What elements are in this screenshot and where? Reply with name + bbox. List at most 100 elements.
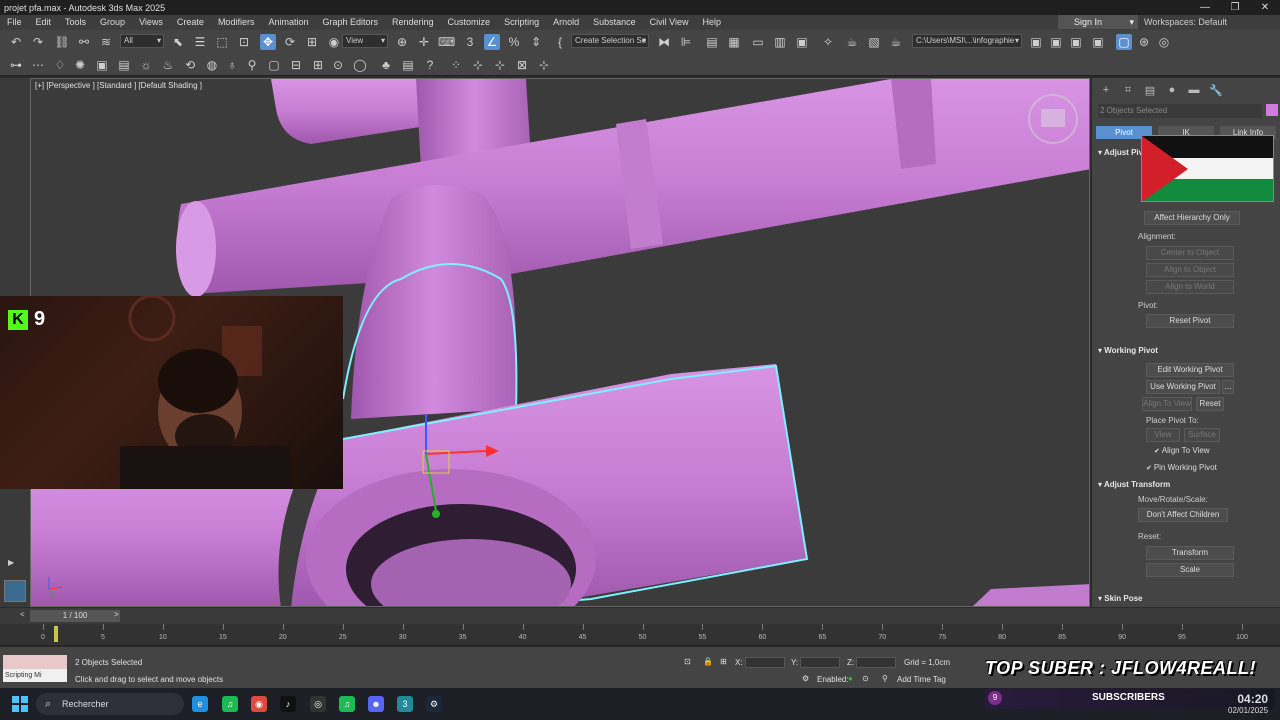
- pivot-center-icon[interactable]: ⊕: [394, 34, 410, 50]
- select-manipulate-icon[interactable]: ✛: [416, 34, 432, 50]
- steam-icon[interactable]: ⚙: [426, 696, 442, 712]
- time-slider-thumb[interactable]: 1 / 100: [30, 610, 120, 622]
- arnold-render-icon[interactable]: ▣: [94, 57, 110, 73]
- keyboard-shortcut-icon[interactable]: ⌨: [438, 34, 455, 50]
- scene-explorer-icon[interactable]: ▤: [704, 34, 720, 50]
- collaborate-icon[interactable]: ⊛: [1136, 34, 1152, 50]
- playhead[interactable]: [54, 626, 58, 642]
- edge-icon[interactable]: e: [192, 696, 208, 712]
- render-view-icon[interactable]: ▤: [116, 57, 132, 73]
- y-coordinate-field[interactable]: [800, 657, 840, 668]
- timeline-ruler[interactable]: 0 5 10 15 20 25 30 35 40 45 50 55 60 65 70 75 80 85 90 95 10…: [0, 624, 1280, 646]
- enabled-indicator-icon[interactable]: ●: [848, 674, 853, 683]
- use-working-pivot-button[interactable]: Use Working Pivot: [1146, 380, 1220, 394]
- teapot-icon[interactable]: ♨: [160, 57, 176, 73]
- time-slider[interactable]: < 1 / 100 >: [0, 608, 1280, 624]
- project-path-dropdown[interactable]: C:\Users\MSI\...\infographie: [912, 34, 1022, 48]
- menu-file[interactable]: File: [0, 15, 29, 30]
- add-time-tag-icon[interactable]: ⚲: [882, 674, 888, 683]
- reset-pivot-button[interactable]: Reset Pivot: [1146, 314, 1234, 328]
- grid-icon[interactable]: ⊞: [310, 57, 326, 73]
- viewport-layout-icon[interactable]: ▢: [1116, 34, 1132, 50]
- substance-icon[interactable]: ◎: [1156, 34, 1172, 50]
- snaps-toggle-icon[interactable]: 3: [462, 34, 478, 50]
- sphere-icon[interactable]: ◯: [352, 57, 368, 73]
- constrain-icon[interactable]: ⁘: [448, 57, 464, 73]
- create-project-icon[interactable]: ▣: [1090, 34, 1106, 50]
- add-time-tag-label[interactable]: Add Time Tag: [897, 675, 946, 684]
- viewcube-icon[interactable]: [1041, 109, 1065, 127]
- minimize-button[interactable]: —: [1190, 0, 1220, 15]
- utilities-tab-icon[interactable]: 🔧: [1208, 84, 1224, 98]
- dont-affect-children-button[interactable]: Don't Affect Children: [1138, 508, 1228, 522]
- working-pivot-section[interactable]: Working Pivot: [1098, 346, 1158, 355]
- menu-help[interactable]: Help: [695, 15, 728, 30]
- project-folder-icon[interactable]: ▣: [1028, 34, 1044, 50]
- snap-grid-icon[interactable]: ⋯: [30, 57, 46, 73]
- obs-icon[interactable]: ◎: [310, 696, 326, 712]
- align-to-view-checkbox[interactable]: Align To View: [1154, 446, 1210, 455]
- affect-hierarchy-button[interactable]: Affect Hierarchy Only: [1144, 211, 1240, 225]
- named-selection-dropdown[interactable]: Create Selection Se: [571, 34, 649, 48]
- align-to-object-button[interactable]: Align to Object: [1146, 263, 1234, 277]
- frame-icon[interactable]: ▢: [266, 57, 282, 73]
- curve-editor-icon[interactable]: ▥: [772, 34, 788, 50]
- edit-working-pivot-button[interactable]: Edit Working Pivot: [1146, 363, 1234, 377]
- mirror-icon[interactable]: ⧓: [656, 34, 672, 50]
- adjust-transform-section[interactable]: Adjust Transform: [1098, 480, 1170, 489]
- menu-create[interactable]: Create: [170, 15, 211, 30]
- render-setup-icon[interactable]: ☕: [844, 34, 860, 50]
- notes-icon[interactable]: ▤: [400, 57, 416, 73]
- help-icon[interactable]: ?: [422, 57, 438, 73]
- align-to-world-button[interactable]: Align to World: [1146, 280, 1234, 294]
- schematic-view-icon[interactable]: ▣: [794, 34, 810, 50]
- ribbon-icon[interactable]: ▭: [750, 34, 766, 50]
- place-surface-button[interactable]: Surface: [1184, 428, 1220, 442]
- menu-animation[interactable]: Animation: [261, 15, 315, 30]
- object-color-swatch[interactable]: [1266, 104, 1278, 116]
- modify-tab-icon[interactable]: ⌗: [1120, 84, 1136, 98]
- menu-rendering[interactable]: Rendering: [385, 15, 441, 30]
- snap-pivot-icon[interactable]: ⊠: [514, 57, 530, 73]
- angle-snap-icon[interactable]: ∠: [484, 34, 500, 50]
- view-icon[interactable]: ⊙: [330, 57, 346, 73]
- windows-start-icon[interactable]: [12, 696, 28, 712]
- align-icon[interactable]: ⊫: [678, 34, 694, 50]
- select-object-icon[interactable]: ⬉: [170, 34, 186, 50]
- z-coordinate-field[interactable]: [856, 657, 896, 668]
- chrome-icon[interactable]: ◉: [251, 696, 267, 712]
- tiktok-icon[interactable]: ♪: [280, 696, 296, 712]
- align-to-view-button[interactable]: Align To View: [1142, 397, 1192, 411]
- discord-icon[interactable]: ☻: [368, 696, 384, 712]
- rendered-frame-icon[interactable]: ▧: [866, 34, 882, 50]
- lamp-icon[interactable]: ⚲: [244, 57, 260, 73]
- percent-snap-icon[interactable]: %: [506, 34, 522, 50]
- bulb-icon[interactable]: ♁: [224, 57, 240, 73]
- reset-transform-button[interactable]: Transform: [1146, 546, 1234, 560]
- light-icon[interactable]: ♢: [52, 57, 68, 73]
- time-prev-button[interactable]: <: [20, 610, 25, 619]
- material-icon[interactable]: ◍: [204, 57, 220, 73]
- scale-icon[interactable]: ⊞: [304, 34, 320, 50]
- time-tag-icon[interactable]: ⊙: [862, 674, 869, 683]
- sun-icon[interactable]: ✺: [72, 57, 88, 73]
- center-to-object-button[interactable]: Center to Object: [1146, 246, 1234, 260]
- reset-working-pivot-button[interactable]: Reset: [1196, 397, 1224, 411]
- hierarchy-tab-icon[interactable]: ▤: [1142, 84, 1158, 98]
- snap-face-icon[interactable]: ⊹: [536, 57, 552, 73]
- arnold-lights-icon[interactable]: ☼: [138, 57, 154, 73]
- menu-customize[interactable]: Customize: [441, 15, 498, 30]
- lock-icon[interactable]: 🔒: [703, 657, 713, 666]
- menu-tools[interactable]: Tools: [58, 15, 93, 30]
- edit-named-selection-icon[interactable]: {: [552, 34, 568, 50]
- menu-modifiers[interactable]: Modifiers: [211, 15, 262, 30]
- spotify-icon[interactable]: ♫: [222, 696, 238, 712]
- taskbar-search[interactable]: ⌕ Rechercher: [36, 693, 184, 715]
- rotate-icon[interactable]: ⟳: [282, 34, 298, 50]
- rotate-view-icon[interactable]: ⟲: [182, 57, 198, 73]
- snap-plane-icon[interactable]: ⊹: [492, 57, 508, 73]
- x-coordinate-field[interactable]: [745, 657, 785, 668]
- layer-explorer-icon[interactable]: ▦: [726, 34, 742, 50]
- place-view-button[interactable]: View: [1146, 428, 1180, 442]
- bind-space-warp-icon[interactable]: ≋: [98, 34, 114, 50]
